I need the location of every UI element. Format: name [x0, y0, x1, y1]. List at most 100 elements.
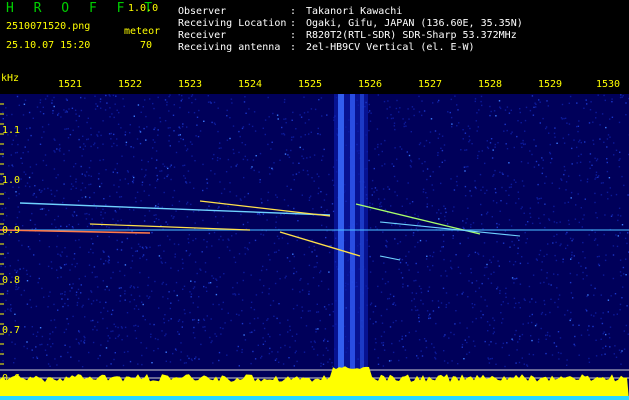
- noise-speck: [595, 159, 598, 162]
- noise-speck: [74, 109, 77, 111]
- noise-speck: [236, 163, 238, 166]
- noise-speck: [496, 222, 498, 225]
- noise-speck: [373, 167, 375, 170]
- noise-speck: [594, 287, 596, 290]
- noise-speck: [505, 143, 507, 145]
- noise-speck: [86, 138, 88, 141]
- noise-speck: [425, 192, 427, 194]
- noise-speck: [71, 226, 74, 228]
- noise-speck: [107, 255, 110, 258]
- noise-speck: [105, 204, 107, 206]
- noise-speck: [307, 310, 310, 312]
- noise-speck: [306, 170, 309, 172]
- noise-speck: [116, 191, 118, 194]
- noise-speck: [420, 350, 422, 352]
- noise-speck: [218, 238, 220, 241]
- noise-speck: [55, 177, 57, 179]
- noise-speck: [143, 127, 145, 130]
- noise-speck: [220, 333, 222, 335]
- noise-speck: [369, 318, 371, 320]
- noise-speck: [299, 279, 301, 281]
- noise-speck: [92, 252, 94, 254]
- noise-speck: [311, 239, 313, 241]
- noise-speck: [165, 351, 167, 353]
- noise-speck: [23, 103, 26, 105]
- noise-speck: [177, 243, 180, 246]
- noise-speck: [530, 335, 532, 337]
- noise-speck: [50, 189, 52, 192]
- noise-speck: [53, 303, 55, 306]
- noise-speck: [455, 181, 458, 183]
- noise-speck: [87, 117, 89, 119]
- noise-speck: [173, 166, 176, 168]
- noise-speck: [188, 241, 190, 244]
- noise-speck: [420, 299, 422, 302]
- noise-speck: [69, 283, 71, 286]
- noise-speck: [510, 183, 513, 186]
- noise-speck: [506, 129, 508, 132]
- noise-speck: [287, 331, 289, 333]
- noise-speck: [96, 276, 98, 278]
- noise-speck: [157, 203, 160, 205]
- noise-speck: [475, 317, 477, 320]
- noise-speck: [84, 196, 87, 198]
- noise-speck: [438, 166, 441, 168]
- noise-speck: [323, 306, 326, 308]
- noise-speck: [463, 358, 465, 360]
- noise-speck: [268, 166, 271, 169]
- noise-speck: [207, 101, 210, 103]
- noise-speck: [258, 171, 260, 173]
- noise-speck: [464, 339, 466, 341]
- noise-speck: [411, 309, 413, 311]
- noise-speck: [417, 241, 419, 244]
- noise-speck: [444, 219, 447, 221]
- noise-speck: [26, 303, 29, 305]
- noise-speck: [159, 170, 161, 172]
- noise-speck: [529, 207, 532, 209]
- noise-speck: [577, 130, 579, 133]
- noise-speck: [110, 313, 113, 316]
- noise-speck: [8, 165, 10, 167]
- noise-speck: [589, 153, 592, 155]
- noise-speck: [469, 190, 471, 192]
- noise-speck: [170, 302, 172, 304]
- noise-speck: [321, 224, 323, 227]
- noise-speck: [614, 293, 617, 295]
- noise-speck: [570, 292, 573, 294]
- noise-speck: [322, 363, 325, 365]
- noise-speck: [479, 173, 482, 176]
- noise-speck: [318, 285, 320, 287]
- noise-speck: [81, 366, 84, 368]
- noise-speck: [251, 331, 253, 333]
- noise-speck: [110, 363, 112, 365]
- noise-speck: [186, 201, 189, 204]
- noise-speck: [399, 107, 401, 109]
- noise-speck: [74, 163, 77, 165]
- noise-speck: [519, 335, 521, 338]
- noise-speck: [203, 239, 205, 241]
- noise-speck: [562, 137, 564, 139]
- noise-speck: [462, 129, 464, 131]
- noise-speck: [192, 302, 194, 304]
- noise-speck: [432, 189, 435, 191]
- noise-speck: [281, 133, 283, 135]
- noise-speck: [129, 132, 131, 134]
- noise-speck: [106, 327, 108, 329]
- noise-speck: [278, 361, 280, 363]
- noise-speck: [320, 97, 323, 99]
- noise-speck: [216, 159, 219, 162]
- noise-speck: [566, 122, 568, 124]
- noise-speck: [377, 357, 379, 359]
- noise-speck: [249, 322, 251, 325]
- noise-speck: [574, 218, 577, 220]
- noise-speck: [609, 337, 611, 339]
- noise-speck: [109, 116, 111, 118]
- noise-speck: [185, 250, 188, 252]
- noise-speck: [232, 286, 234, 289]
- noise-speck: [217, 222, 219, 224]
- noise-speck: [553, 132, 556, 135]
- noise-speck: [69, 290, 71, 292]
- noise-speck: [578, 262, 580, 264]
- noise-speck: [94, 276, 96, 278]
- noise-speck: [168, 110, 170, 112]
